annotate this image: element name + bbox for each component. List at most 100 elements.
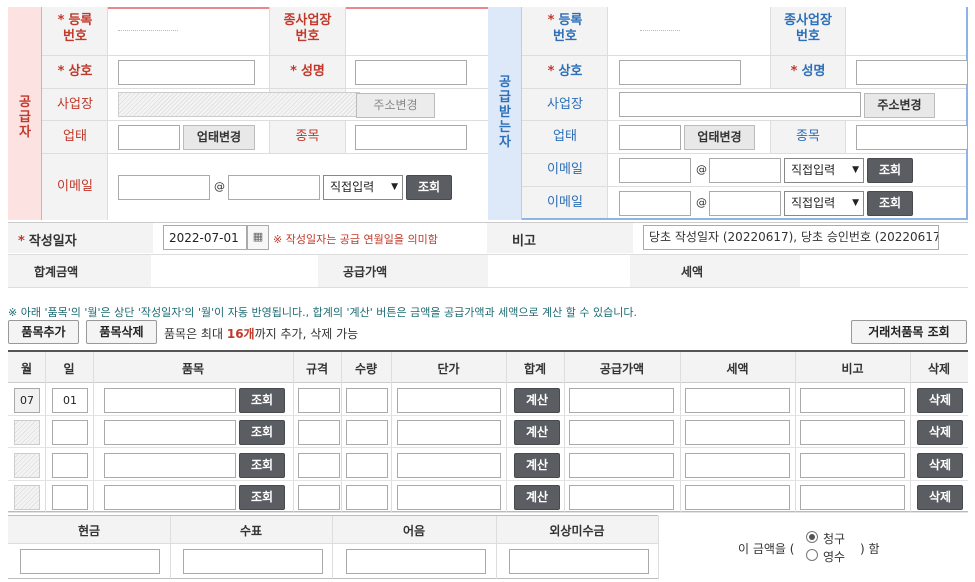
- supplier-address-input: [118, 92, 360, 117]
- col-divider: [293, 352, 294, 512]
- row-unit-price-input[interactable]: [397, 388, 501, 413]
- supplier-item-input[interactable]: [355, 125, 467, 150]
- receiver-business-change-button[interactable]: 업태변경: [684, 125, 755, 150]
- row-remark-input[interactable]: [800, 388, 905, 413]
- row-supply-input[interactable]: [569, 484, 674, 510]
- row-remark-input[interactable]: [800, 484, 905, 510]
- row-delete-button[interactable]: 삭제: [917, 420, 963, 446]
- row-supply-input[interactable]: [569, 388, 674, 413]
- payment-check-input[interactable]: [183, 549, 323, 574]
- receiver-domain2-select[interactable]: 직접입력 ▼: [784, 191, 864, 216]
- supplier-email-id-input[interactable]: [118, 175, 210, 200]
- row-delete-button[interactable]: 삭제: [917, 388, 963, 413]
- row-item-search-button[interactable]: 조회: [239, 420, 285, 446]
- receiver-item-input[interactable]: [856, 125, 968, 150]
- row-divider: [8, 511, 968, 513]
- header-tax: 세액: [726, 362, 749, 376]
- row-item-search-button[interactable]: 조회: [239, 452, 285, 478]
- receiver-domain-select[interactable]: 직접입력 ▼: [784, 158, 864, 183]
- row-day-input[interactable]: [52, 420, 88, 446]
- add-item-button[interactable]: 품목추가: [8, 320, 79, 344]
- row-calc-button[interactable]: 계산: [514, 420, 560, 446]
- row-item-input[interactable]: [104, 388, 236, 413]
- payment-cash-header: 현금: [77, 524, 101, 538]
- receiver-ceo-label: * 성명: [790, 64, 826, 79]
- delete-item-button[interactable]: 품목삭제: [86, 320, 157, 344]
- row-month-disabled: [14, 420, 40, 446]
- row-qty-input[interactable]: [346, 484, 388, 510]
- receiver-address-label: 사업장: [547, 97, 583, 112]
- row-unit-price-input[interactable]: [397, 484, 501, 510]
- row-item-input[interactable]: [104, 484, 236, 510]
- payment-credit-input[interactable]: [509, 549, 649, 574]
- receipt-radio[interactable]: [806, 549, 818, 561]
- row-item-input[interactable]: [104, 452, 236, 478]
- supplier-domain-select[interactable]: 직접입력 ▼: [323, 175, 403, 200]
- row-qty-input[interactable]: [346, 388, 388, 413]
- payment-note-input[interactable]: [346, 549, 486, 574]
- receiver-email2-id-input[interactable]: [619, 191, 691, 216]
- payment-purpose-pre: 이 금액을 (: [738, 542, 795, 556]
- calendar-icon[interactable]: ▦: [247, 225, 269, 250]
- row-tax-input[interactable]: [685, 484, 790, 510]
- row-tax-input[interactable]: [685, 420, 790, 446]
- row-item-input[interactable]: [104, 420, 236, 446]
- date-input[interactable]: [163, 225, 247, 250]
- row-day-input[interactable]: [52, 484, 88, 510]
- supplier-ceo-input[interactable]: [355, 60, 467, 85]
- row-spec-input[interactable]: [298, 420, 340, 446]
- remark-input[interactable]: 당초 작성일자 (20220617), 당초 승인번호 (20220617-: [643, 225, 939, 250]
- receiver-address-input[interactable]: [619, 92, 861, 117]
- partner-items-search-button[interactable]: 거래처품목 조회: [851, 320, 967, 344]
- supplier-trade-name-input[interactable]: [118, 60, 255, 85]
- row-supply-input[interactable]: [569, 452, 674, 478]
- row-spec-input[interactable]: [298, 388, 340, 413]
- row-qty-input[interactable]: [346, 420, 388, 446]
- supplier-email-domain-input[interactable]: [228, 175, 320, 200]
- chevron-down-icon: ▼: [852, 198, 859, 208]
- row-day-input[interactable]: [52, 388, 88, 413]
- payment-col-line4: [658, 516, 659, 579]
- supplier-business-type-input[interactable]: [118, 125, 180, 150]
- row-unit-price-input[interactable]: [397, 420, 501, 446]
- row-day-input[interactable]: [52, 452, 88, 478]
- row-delete-button[interactable]: 삭제: [917, 484, 963, 510]
- receiver-email-search-button[interactable]: 조회: [867, 158, 913, 183]
- row-item-search-button[interactable]: 조회: [239, 388, 285, 413]
- supplier-business-change-button[interactable]: 업태변경: [183, 125, 255, 150]
- row-calc-button[interactable]: 계산: [514, 484, 560, 510]
- claim-radio[interactable]: [806, 531, 818, 543]
- supplier-address-change-button[interactable]: 주소변경: [356, 93, 435, 118]
- payment-cash-input[interactable]: [20, 549, 160, 574]
- receiver-email2-domain-input[interactable]: [709, 191, 781, 216]
- payment-col-line2: [332, 516, 333, 579]
- receiver-email-domain-input[interactable]: [709, 158, 781, 183]
- receiver-address-change-button[interactable]: 주소변경: [864, 93, 935, 118]
- supplier-email-search-button[interactable]: 조회: [406, 175, 452, 200]
- receiver-email-id-input[interactable]: [619, 158, 691, 183]
- row-month-input[interactable]: [14, 388, 40, 413]
- row-calc-button[interactable]: 계산: [514, 452, 560, 478]
- row-remark-input[interactable]: [800, 420, 905, 446]
- row-divider: [8, 447, 968, 449]
- row-spec-input[interactable]: [298, 484, 340, 510]
- row-calc-button[interactable]: 계산: [514, 388, 560, 413]
- summary-divider: [8, 254, 968, 255]
- receiver-ceo-input[interactable]: [856, 60, 968, 85]
- receiver-email2-search-button[interactable]: 조회: [867, 191, 913, 216]
- row-tax-input[interactable]: [685, 452, 790, 478]
- row-spec-input[interactable]: [298, 452, 340, 478]
- row-remark-input[interactable]: [800, 452, 905, 478]
- row-delete-button[interactable]: 삭제: [917, 452, 963, 478]
- header-supply: 공급가액: [599, 362, 645, 376]
- receiver-trade-name-input[interactable]: [619, 60, 741, 85]
- receiver-email2-at: @: [696, 196, 707, 209]
- row-supply-input[interactable]: [569, 420, 674, 446]
- row-unit-price-input[interactable]: [397, 452, 501, 478]
- receiver-business-type-input[interactable]: [619, 125, 681, 150]
- header-qty: 수량: [354, 362, 378, 376]
- row-month-disabled: [14, 484, 40, 510]
- row-qty-input[interactable]: [346, 452, 388, 478]
- row-item-search-button[interactable]: 조회: [239, 484, 285, 510]
- row-tax-input[interactable]: [685, 388, 790, 413]
